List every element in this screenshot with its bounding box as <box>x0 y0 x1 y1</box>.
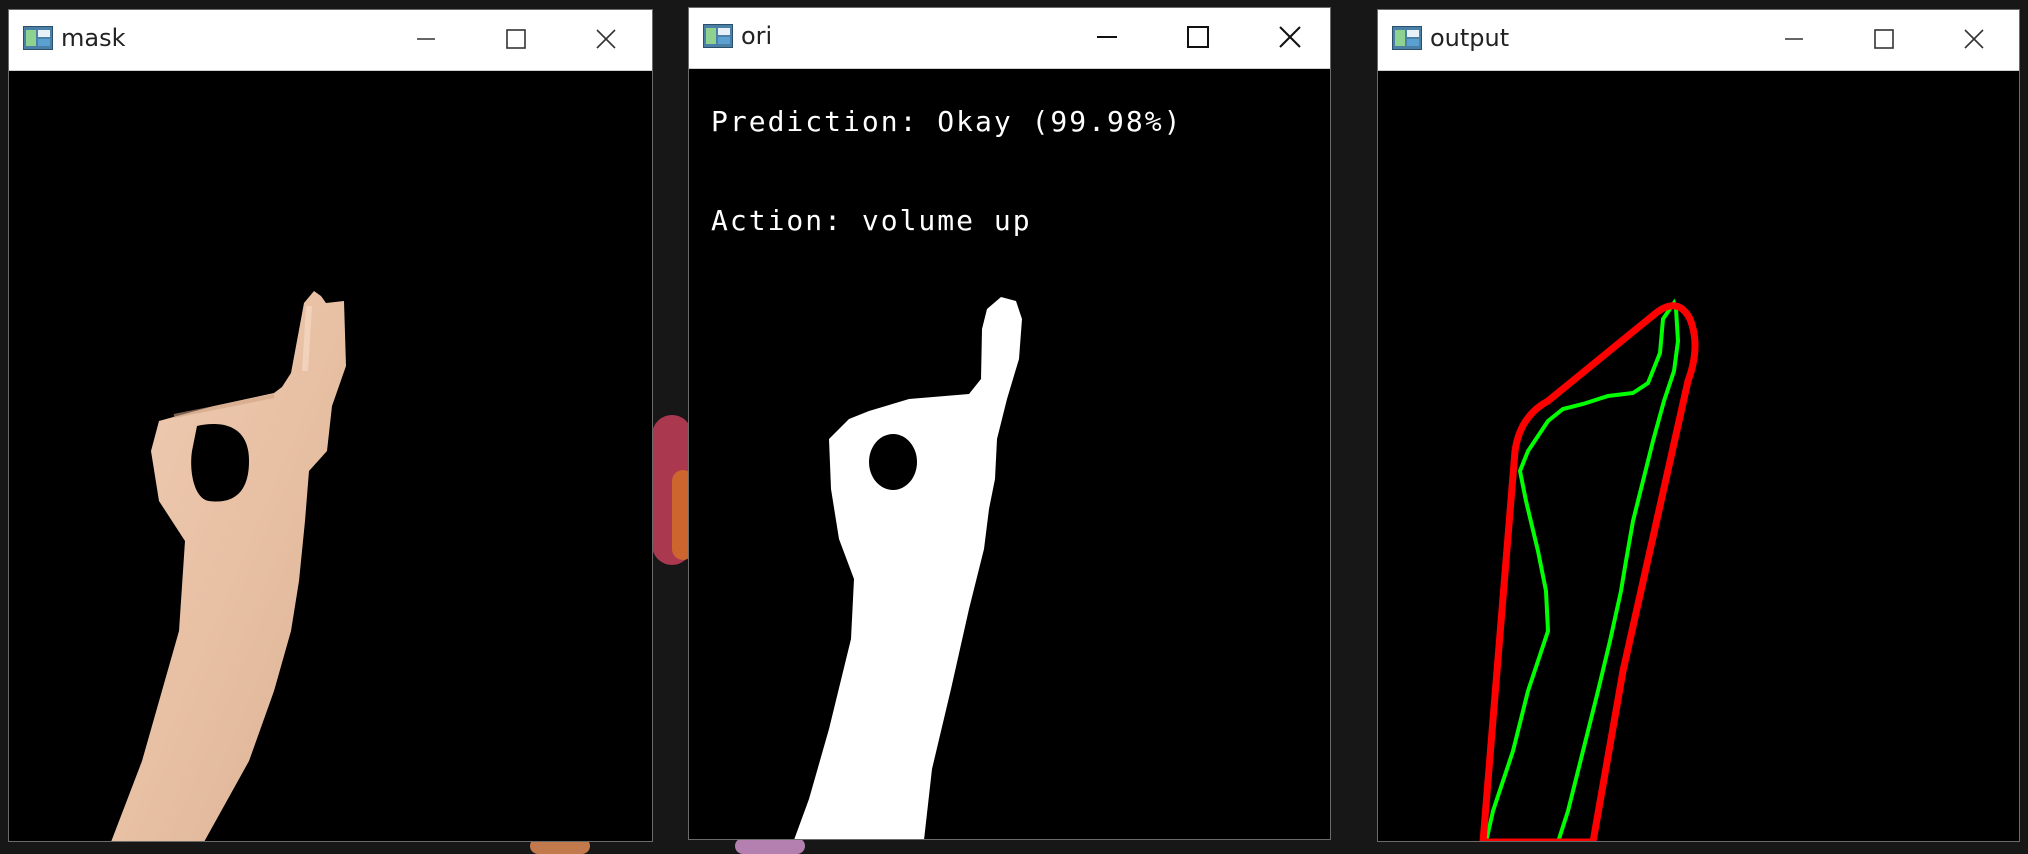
minimize-icon[interactable] <box>406 22 446 56</box>
close-icon[interactable] <box>1270 20 1310 54</box>
window-title: output <box>1430 24 1510 52</box>
opencv-window-icon <box>23 26 53 50</box>
opencv-window-icon <box>703 24 733 48</box>
defect-contour <box>1484 298 1681 841</box>
maximize-icon[interactable] <box>496 22 536 56</box>
minimize-icon[interactable] <box>1774 22 1814 56</box>
close-icon[interactable] <box>1954 22 1994 56</box>
minimize-icon[interactable] <box>1087 20 1127 54</box>
mask-window[interactable]: mask <box>8 9 653 842</box>
output-image-area <box>1378 71 2019 841</box>
ori-image-area: Prediction: Okay (99.98%) Action: volume… <box>689 69 1330 839</box>
output-window[interactable]: output <box>1377 9 2020 842</box>
contour-hull-image <box>1479 298 1699 841</box>
convex-hull-outline <box>1479 302 1699 841</box>
ori-titlebar[interactable]: ori <box>689 8 1330 69</box>
window-title: mask <box>61 24 126 52</box>
ori-window[interactable]: ori Prediction: Okay (99.98%) Action: vo… <box>688 7 1331 840</box>
mask-titlebar[interactable]: mask <box>9 10 652 71</box>
desktop-wallpaper-fragment <box>735 838 805 854</box>
desktop-background: mask ori Prediction: Okay (99.98%) Actio… <box>0 0 2028 854</box>
maximize-icon[interactable] <box>1864 22 1904 56</box>
binary-hand-mask-image <box>794 297 1022 839</box>
opencv-window-icon <box>1392 26 1422 50</box>
mask-image-area <box>9 71 652 841</box>
maximize-icon[interactable] <box>1178 20 1218 54</box>
output-titlebar[interactable]: output <box>1378 10 2019 71</box>
skin-segmented-hand-image <box>111 291 346 841</box>
window-title: ori <box>741 22 773 50</box>
close-icon[interactable] <box>586 22 626 56</box>
